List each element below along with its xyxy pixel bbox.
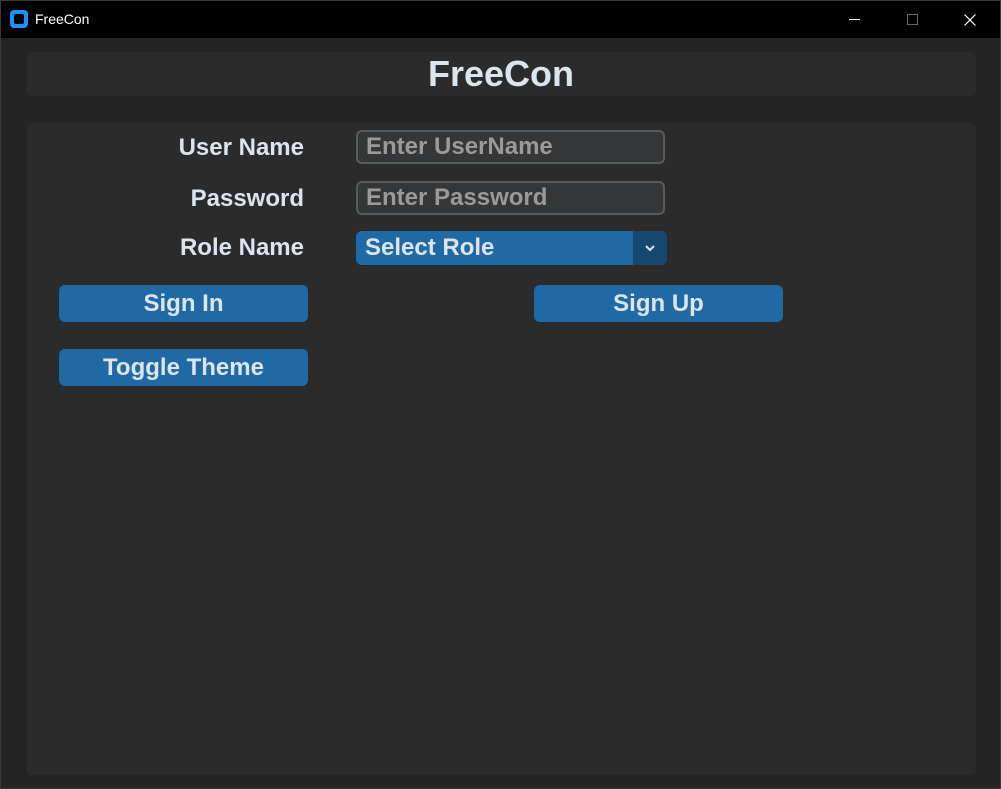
password-input[interactable] — [356, 181, 665, 215]
sign-up-button[interactable]: Sign Up — [534, 285, 783, 322]
username-input[interactable] — [356, 130, 665, 164]
role-select[interactable]: Select Role — [356, 231, 667, 265]
minimize-button[interactable] — [825, 1, 883, 38]
toggle-theme-button[interactable]: Toggle Theme — [59, 349, 308, 386]
close-icon — [964, 13, 976, 26]
role-select-dropdown-button[interactable] — [633, 231, 667, 265]
sign-in-button[interactable]: Sign In — [59, 285, 308, 322]
maximize-button[interactable] — [883, 1, 941, 38]
role-select-value: Select Role — [365, 234, 495, 261]
username-label: User Name — [178, 134, 304, 161]
maximize-icon — [906, 14, 918, 25]
app-window: FreeCon FreeCon Select Role Sig — [0, 0, 1001, 789]
app-icon — [10, 10, 28, 28]
header-panel: FreeCon — [26, 52, 976, 96]
role-label: Role Name — [179, 234, 304, 261]
password-label: Password — [190, 185, 304, 212]
title-bar[interactable]: FreeCon — [1, 1, 1000, 38]
login-panel: Select Role Sign In Sign Up Toggle Theme — [26, 123, 976, 775]
close-button[interactable] — [941, 1, 999, 38]
minimize-icon — [848, 19, 860, 20]
window-title: FreeCon — [35, 11, 90, 27]
app-title: FreeCon — [427, 53, 575, 94]
chevron-down-icon — [645, 245, 655, 252]
